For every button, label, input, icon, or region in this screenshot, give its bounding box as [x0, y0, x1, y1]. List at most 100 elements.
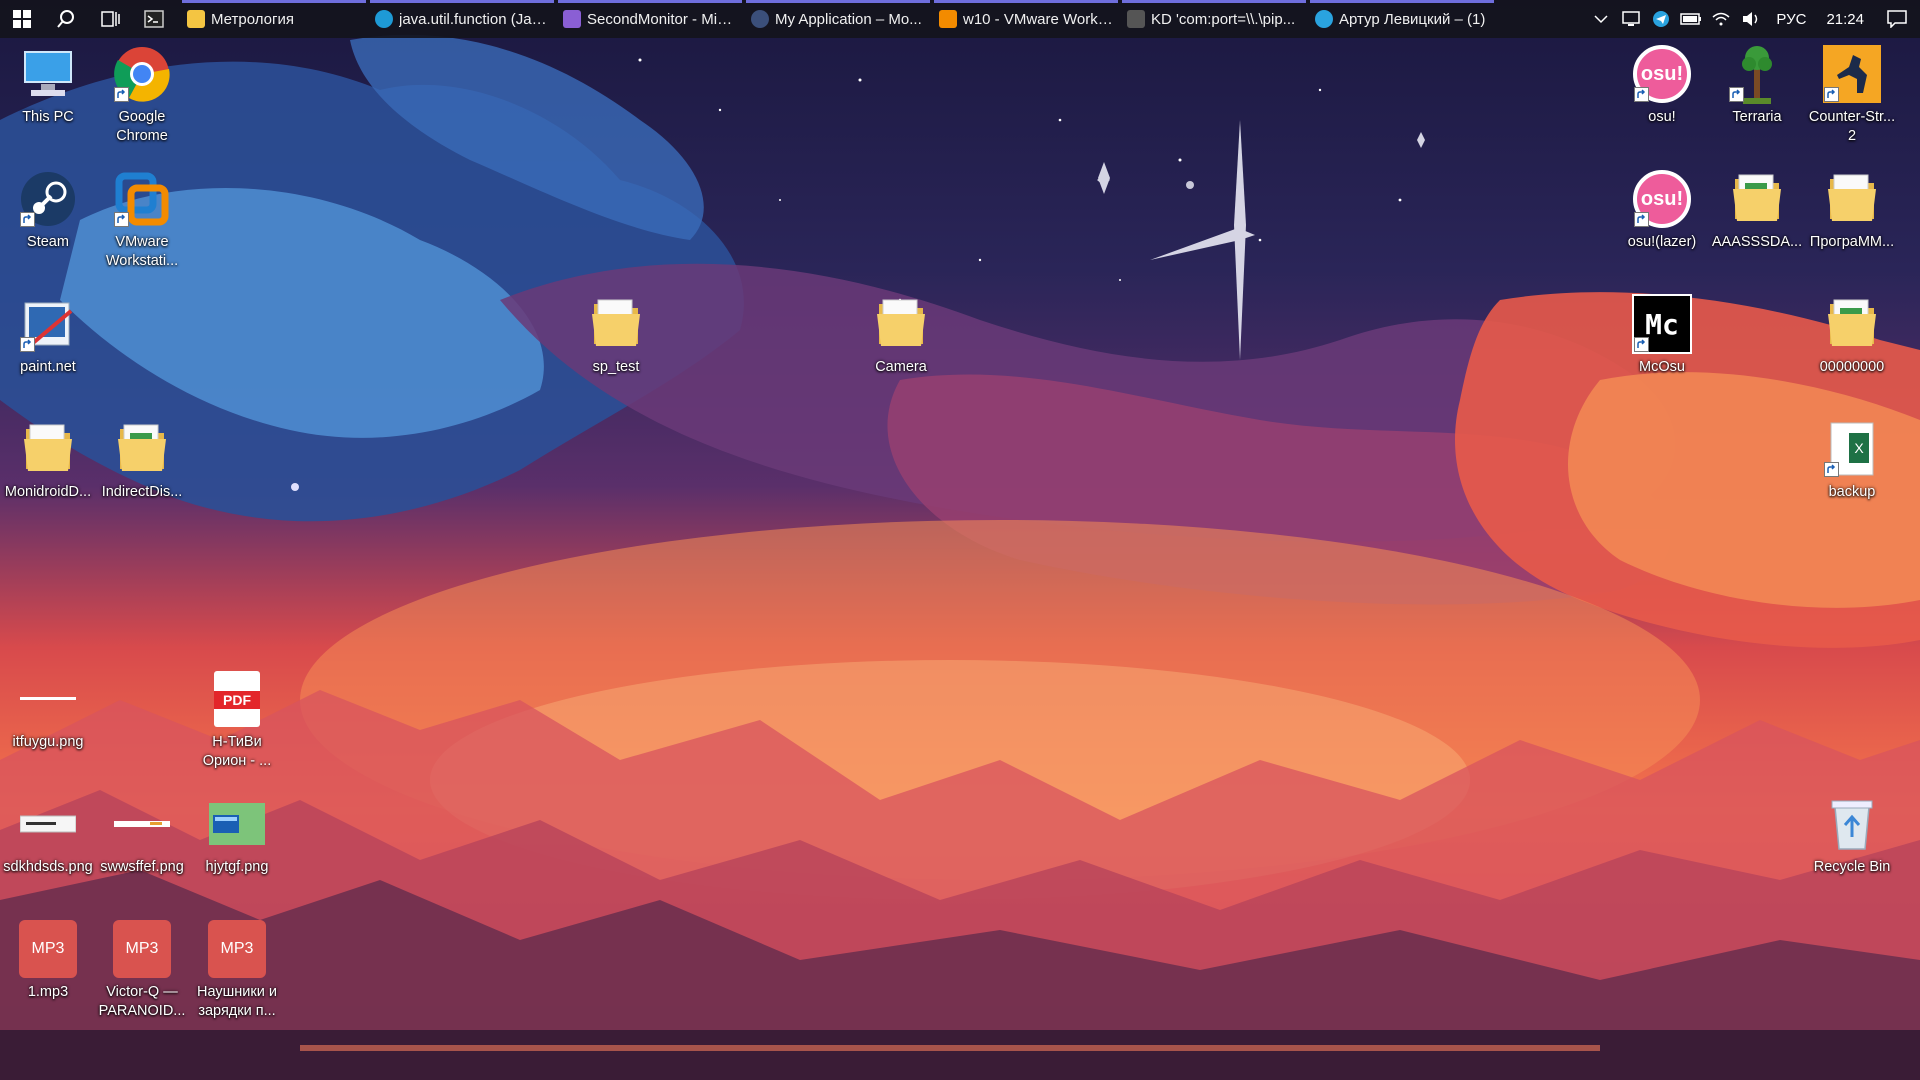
desktop-icon-image: MP3: [207, 919, 267, 979]
desktop-icon-label: sp_test: [592, 359, 640, 375]
desktop-icon-image: [1822, 44, 1882, 104]
edge-icon: [375, 10, 393, 28]
shortcut-arrow-icon: [20, 212, 35, 227]
chevron-up-icon: [1594, 15, 1608, 24]
desktop-icon-image: [112, 419, 172, 479]
visual-studio-icon: [563, 10, 581, 28]
search-icon: [57, 10, 74, 28]
desktop-icon-image: [1822, 169, 1882, 229]
shortcut-arrow-icon: [1824, 87, 1839, 102]
desktop-icon-image: X: [1822, 419, 1882, 479]
start-button[interactable]: [0, 0, 44, 38]
desktop-icon-label: MonidroidD...: [4, 484, 92, 500]
desktop-icon-label: AAASSSDA...: [1711, 234, 1803, 250]
taskbar-app-metrology[interactable]: Метрология: [180, 0, 368, 38]
desktop-icon-camera[interactable]: Camera: [853, 294, 949, 377]
terminal-icon: [144, 10, 164, 28]
desktop-icon-indirectdis[interactable]: IndirectDis...: [94, 419, 190, 502]
pdf-icon: PDF: [214, 671, 260, 727]
task-view-icon: [101, 11, 120, 27]
notification-icon: [1887, 10, 1907, 28]
speaker-icon: [1743, 12, 1758, 26]
tray-battery[interactable]: [1676, 0, 1706, 38]
desktop-icon-image: [586, 294, 646, 354]
clock[interactable]: 21:24: [1816, 11, 1874, 28]
desktop-icon-sdkhdsds[interactable]: sdkhdsds.png: [0, 794, 96, 877]
folder-icon: [875, 294, 927, 355]
wifi-icon: [1712, 12, 1730, 26]
image-file-icon: [114, 821, 170, 827]
search-button[interactable]: [44, 0, 88, 38]
desktop-icon-steam[interactable]: Steam: [0, 169, 96, 252]
tray-volume[interactable]: [1736, 0, 1766, 38]
desktop-icon-terraria[interactable]: Terraria: [1709, 44, 1805, 127]
battery-icon: [1680, 13, 1702, 25]
desktop-icon-sp-test[interactable]: sp_test: [568, 294, 664, 377]
desktop-icon-hjytgf[interactable]: hjytgf.png: [189, 794, 285, 877]
desktop-icon-h-tivi-orion[interactable]: PDF Н-ТиВи Орион - ...: [189, 669, 285, 771]
desktop-icon-counter-strike[interactable]: Counter-Str... 2: [1804, 44, 1900, 146]
desktop-icon-backup[interactable]: Xbackup: [1804, 419, 1900, 502]
folder-icon: [116, 419, 168, 480]
desktop-icon-this-pc[interactable]: This PC: [0, 44, 96, 127]
desktop-icon-mcosu[interactable]: Mc McOsu: [1614, 294, 1710, 377]
recycle-bin-icon: [1831, 800, 1873, 850]
task-view-button[interactable]: [88, 0, 132, 38]
desktop-icon-image: [18, 169, 78, 229]
desktop-icon-monidroid[interactable]: MonidroidD...: [0, 419, 96, 502]
taskbar-app-label: Метрология: [211, 10, 294, 28]
folder-icon: [187, 10, 205, 28]
desktop-icon-google-chrome[interactable]: Google Chrome: [94, 44, 190, 146]
desktop-icon-vmware[interactable]: VMware Workstati...: [94, 169, 190, 271]
language-indicator[interactable]: РУС: [1766, 11, 1816, 28]
desktop-icon-label: 00000000: [1819, 359, 1885, 375]
desktop-icon-aaasssda[interactable]: AAASSSDA...: [1709, 169, 1805, 252]
desktop-icon-osu-lazer[interactable]: osu! osu!(lazer): [1614, 169, 1710, 252]
desktop-icon-image: [1822, 794, 1882, 854]
desktop-icon-recycle-bin[interactable]: Recycle Bin: [1804, 794, 1900, 877]
image-file-icon: [209, 803, 265, 845]
tray-app-telegram[interactable]: [1646, 0, 1676, 38]
desktop-icon-1-mp3[interactable]: MP3 1.mp3: [0, 919, 96, 1002]
taskbar-app-label: SecondMonitor - Micr...: [587, 10, 737, 28]
tray-app-monitor[interactable]: [1616, 0, 1646, 38]
desktop-icon-image: MP3: [112, 919, 172, 979]
taskbar-app-label: w10 - VMware Workst...: [963, 10, 1113, 28]
shortcut-arrow-icon: [20, 337, 35, 352]
desktop-icon-osu[interactable]: osu! osu!: [1614, 44, 1710, 127]
desktop-wallpaper: [0, 0, 1920, 1080]
taskbar-app-edge[interactable]: java.util.function (Java...: [368, 0, 556, 38]
desktop-icon-programm[interactable]: ПрограММ...: [1804, 169, 1900, 252]
action-center-button[interactable]: [1874, 0, 1920, 38]
desktop-icon-victor-q[interactable]: MP3 Victor-Q — PARANOID...: [94, 919, 190, 1021]
desktop-icon-00000000[interactable]: 00000000: [1804, 294, 1900, 377]
taskbar-app-vmware[interactable]: w10 - VMware Workst...: [932, 0, 1120, 38]
folder-icon: [590, 294, 642, 355]
desktop-icon-itfuygu[interactable]: itfuygu.png: [0, 669, 96, 752]
taskbar-app-android-studio[interactable]: My Application – Mo...: [744, 0, 932, 38]
desktop-icon-naushniki[interactable]: MP3 Наушники и зарядки п...: [189, 919, 285, 1021]
folder-icon: [22, 419, 74, 480]
desktop-icon-paint-net[interactable]: paint.net: [0, 294, 96, 377]
desktop-icon-image: PDF: [207, 669, 267, 729]
desktop-icon-label: Camera: [875, 359, 927, 375]
desktop-icon-image: osu!: [1632, 169, 1692, 229]
svg-text:X: X: [1854, 440, 1864, 456]
tray-overflow-button[interactable]: [1586, 0, 1616, 38]
taskbar: Метрология java.util.function (Java... S…: [0, 0, 1920, 38]
shortcut-arrow-icon: [1729, 87, 1744, 102]
desktop-icon-swwsffef[interactable]: swwsffef.png: [94, 794, 190, 877]
desktop-icon-label: backup: [1828, 484, 1876, 500]
tray-wifi[interactable]: [1706, 0, 1736, 38]
desktop-icon-image: [18, 419, 78, 479]
desktop-icon-label: Recycle Bin: [1813, 859, 1891, 875]
pinned-terminal-button[interactable]: [132, 0, 176, 38]
desktop-icon-label: osu!(lazer): [1627, 234, 1697, 250]
folder-icon: [1826, 169, 1878, 230]
desktop-icon-label: hjytgf.png: [205, 859, 269, 875]
taskbar-app-visual-studio[interactable]: SecondMonitor - Micr...: [556, 0, 744, 38]
desktop-icon-label: ПрограММ...: [1809, 234, 1895, 250]
desktop-icon-label: IndirectDis...: [101, 484, 183, 500]
taskbar-app-windbg[interactable]: KD 'com:port=\\.\pip...: [1120, 0, 1308, 38]
taskbar-app-telegram[interactable]: Артур Левицкий – (1): [1308, 0, 1496, 38]
